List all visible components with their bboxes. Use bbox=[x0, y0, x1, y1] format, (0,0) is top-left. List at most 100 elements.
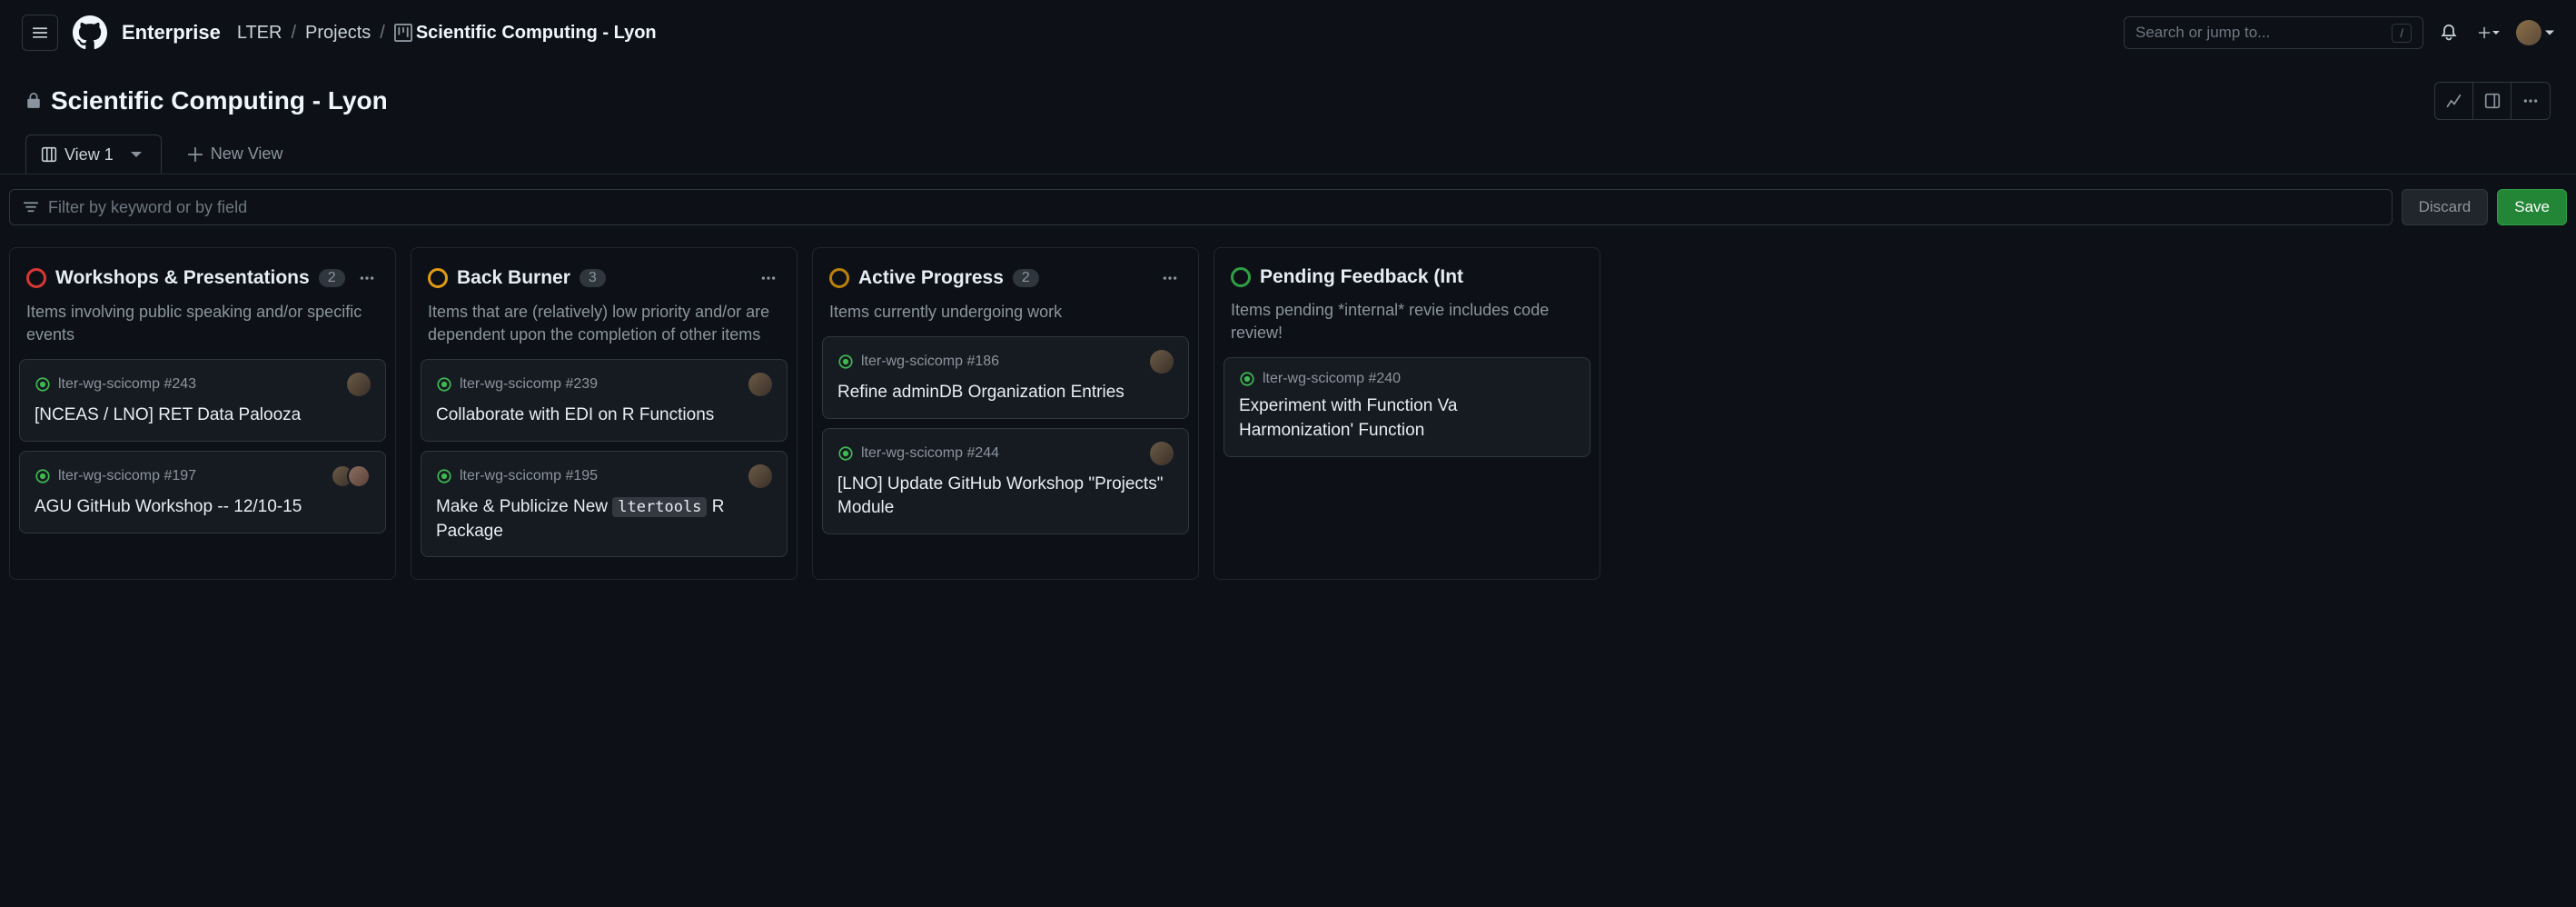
assignee-avatar[interactable] bbox=[748, 464, 772, 488]
open-issue-icon bbox=[837, 445, 854, 462]
kebab-icon bbox=[760, 270, 777, 286]
column-description: Items involving public speaking and/or s… bbox=[19, 295, 386, 359]
hamburger-icon bbox=[32, 25, 48, 41]
kebab-icon bbox=[359, 270, 375, 286]
issue-reference: lter-wg-scicomp #186 bbox=[861, 354, 999, 370]
column-pending-feedback: Pending Feedback (Int Items pending *int… bbox=[1214, 247, 1600, 580]
card-title: Experiment with Function Va Harmonizatio… bbox=[1239, 394, 1575, 443]
assignee-avatar[interactable] bbox=[347, 373, 371, 396]
project-actions bbox=[2434, 82, 2551, 120]
plus-icon bbox=[187, 146, 203, 163]
open-issue-icon bbox=[436, 376, 452, 393]
save-button[interactable]: Save bbox=[2497, 189, 2567, 225]
card-title: Collaborate with EDI on R Functions bbox=[436, 404, 772, 428]
count-badge: 2 bbox=[319, 269, 345, 287]
project-header: Scientific Computing - Lyon View 1 bbox=[0, 65, 2576, 174]
search-kbd-hint: / bbox=[2392, 24, 2412, 43]
avatar bbox=[2516, 20, 2541, 45]
open-issue-icon bbox=[436, 468, 452, 484]
global-search[interactable]: / bbox=[2124, 16, 2423, 49]
assignee-avatars[interactable] bbox=[331, 464, 371, 488]
tab-label: View 1 bbox=[64, 145, 114, 164]
search-input[interactable] bbox=[2135, 24, 2392, 42]
new-view-label: New View bbox=[211, 145, 283, 164]
issue-reference: lter-wg-scicomp #240 bbox=[1263, 371, 1401, 387]
board-card[interactable]: lter-wg-scicomp #239 Collaborate with ED… bbox=[421, 359, 788, 442]
column-back-burner: Back Burner 3 Items that are (relatively… bbox=[411, 247, 798, 580]
filter-input[interactable] bbox=[48, 198, 2379, 217]
breadcrumb-org[interactable]: LTER bbox=[237, 23, 282, 44]
caret-down-icon bbox=[2545, 28, 2554, 37]
column-description: Items pending *internal* revie includes … bbox=[1224, 294, 1590, 357]
card-title: AGU GitHub Workshop -- 12/10-15 bbox=[35, 495, 371, 520]
column-menu[interactable] bbox=[1158, 266, 1182, 290]
issue-reference: lter-wg-scicomp #244 bbox=[861, 445, 999, 462]
discard-button[interactable]: Discard bbox=[2402, 189, 2489, 225]
column-menu[interactable] bbox=[355, 266, 379, 290]
assignee-avatar bbox=[347, 464, 371, 488]
code-inline: ltertools bbox=[612, 497, 707, 517]
status-circle-icon bbox=[829, 268, 849, 288]
column-workshops: Workshops & Presentations 2 Items involv… bbox=[9, 247, 396, 580]
tab-dropdown[interactable] bbox=[126, 145, 146, 164]
board-card[interactable]: lter-wg-scicomp #197 AGU GitHub Workshop… bbox=[19, 451, 386, 533]
assignee-avatar[interactable] bbox=[1150, 350, 1174, 374]
issue-reference: lter-wg-scicomp #195 bbox=[460, 468, 598, 484]
kebab-icon bbox=[1162, 270, 1178, 286]
board-card[interactable]: lter-wg-scicomp #195 Make & Publicize Ne… bbox=[421, 451, 788, 557]
filter-box[interactable] bbox=[9, 189, 2393, 225]
column-menu[interactable] bbox=[757, 266, 780, 290]
status-circle-icon bbox=[1231, 267, 1251, 287]
issue-reference: lter-wg-scicomp #197 bbox=[58, 468, 196, 484]
panel-toggle-button[interactable] bbox=[2473, 83, 2512, 119]
open-issue-icon bbox=[35, 376, 51, 393]
brand-name[interactable]: Enterprise bbox=[122, 21, 221, 45]
board-card[interactable]: lter-wg-scicomp #186 Refine adminDB Orga… bbox=[822, 336, 1189, 419]
github-logo[interactable] bbox=[73, 15, 107, 50]
open-issue-icon bbox=[35, 468, 51, 484]
caret-down-icon bbox=[2492, 28, 2500, 37]
more-options-button[interactable] bbox=[2512, 83, 2550, 119]
filter-icon bbox=[23, 199, 39, 215]
caret-down-icon bbox=[131, 149, 142, 160]
card-title: Make & Publicize New ltertools R Package bbox=[436, 495, 772, 543]
issue-reference: lter-wg-scicomp #243 bbox=[58, 376, 196, 393]
project-icon bbox=[394, 24, 412, 42]
column-description: Items that are (relatively) low priority… bbox=[421, 295, 788, 359]
breadcrumb-separator: / bbox=[291, 23, 296, 44]
breadcrumb-current[interactable]: Scientific Computing - Lyon bbox=[416, 23, 657, 44]
card-title: [LNO] Update GitHub Workshop "Projects" … bbox=[837, 473, 1174, 521]
page-title: Scientific Computing - Lyon bbox=[51, 86, 388, 115]
breadcrumb: LTER / Projects / Scientific Computing -… bbox=[237, 23, 657, 44]
column-title: Back Burner bbox=[457, 267, 570, 289]
column-title: Pending Feedback (Int bbox=[1260, 266, 1463, 288]
create-new-dropdown[interactable] bbox=[2478, 22, 2500, 44]
count-badge: 2 bbox=[1013, 269, 1039, 287]
column-description: Items currently undergoing work bbox=[822, 295, 1189, 336]
board-card[interactable]: lter-wg-scicomp #240 Experiment with Fun… bbox=[1224, 357, 1590, 456]
assignee-avatar[interactable] bbox=[748, 373, 772, 396]
card-title: Refine adminDB Organization Entries bbox=[837, 381, 1174, 405]
new-view-button[interactable]: New View bbox=[173, 135, 298, 173]
lock-icon bbox=[25, 93, 42, 109]
filter-bar: Discard Save bbox=[0, 174, 2576, 240]
open-issue-icon bbox=[1239, 371, 1255, 387]
tab-view-1[interactable]: View 1 bbox=[25, 135, 162, 174]
user-menu[interactable] bbox=[2516, 20, 2554, 45]
project-board: Workshops & Presentations 2 Items involv… bbox=[0, 240, 2576, 587]
board-card[interactable]: lter-wg-scicomp #244 [LNO] Update GitHub… bbox=[822, 428, 1189, 534]
insights-button[interactable] bbox=[2435, 83, 2473, 119]
breadcrumb-section[interactable]: Projects bbox=[305, 23, 371, 44]
assignee-avatar[interactable] bbox=[1150, 442, 1174, 465]
global-header: Enterprise LTER / Projects / Scientific … bbox=[0, 0, 2576, 65]
board-icon bbox=[41, 146, 57, 163]
board-card[interactable]: lter-wg-scicomp #243 [NCEAS / LNO] RET D… bbox=[19, 359, 386, 442]
header-actions: / bbox=[2124, 16, 2554, 49]
hamburger-menu[interactable] bbox=[22, 15, 58, 51]
breadcrumb-separator: / bbox=[380, 23, 385, 44]
issue-reference: lter-wg-scicomp #239 bbox=[460, 376, 598, 393]
notifications-icon[interactable] bbox=[2440, 22, 2462, 44]
column-title: Active Progress bbox=[858, 267, 1004, 289]
column-title: Workshops & Presentations bbox=[55, 267, 310, 289]
column-active-progress: Active Progress 2 Items currently underg… bbox=[812, 247, 1199, 580]
